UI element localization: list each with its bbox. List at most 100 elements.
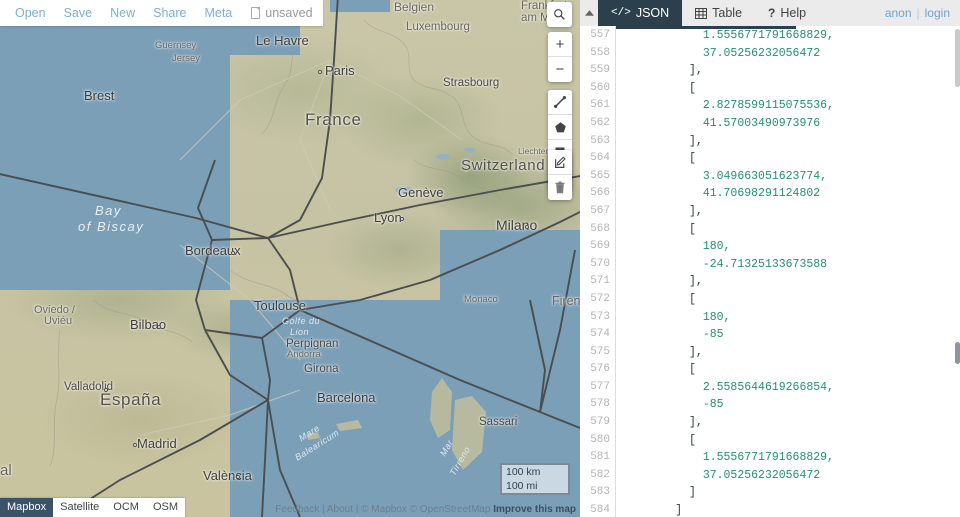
- line-number: 568: [590, 222, 610, 235]
- edit-tools-group[interactable]: [548, 150, 572, 200]
- tab-help[interactable]: ? Help: [755, 0, 819, 26]
- attribution-feedback[interactable]: Feedback: [275, 504, 319, 515]
- code-line[interactable]: -85: [616, 396, 960, 414]
- json-number-token: 3.049663051623774,: [702, 169, 828, 183]
- line-number: 573: [590, 310, 610, 323]
- map-vector-overlay: [0, 0, 580, 517]
- account-login-link[interactable]: login: [925, 6, 950, 20]
- line-number: 577: [590, 380, 610, 393]
- draw-line-button[interactable]: [548, 90, 572, 115]
- code-line[interactable]: [: [616, 432, 960, 450]
- edit-button[interactable]: [548, 150, 572, 175]
- map-attribution[interactable]: Feedback | About | © Mapbox © OpenStreet…: [271, 502, 580, 517]
- code-line[interactable]: ],: [616, 203, 960, 221]
- zoom-in-button[interactable]: +: [548, 32, 572, 57]
- code-line[interactable]: ],: [616, 414, 960, 432]
- json-number-token: -24.71325133673588: [702, 257, 828, 271]
- code-line[interactable]: 41.70698291124802: [616, 185, 960, 203]
- code-line[interactable]: [: [616, 150, 960, 168]
- account-area[interactable]: anon | login: [885, 0, 960, 26]
- collapse-panel-button[interactable]: [580, 0, 598, 26]
- layer-switcher[interactable]: Mapbox Satellite OCM OSM: [0, 498, 186, 517]
- attribution-sep-2: |: [355, 504, 359, 515]
- code-line[interactable]: ],: [616, 344, 960, 362]
- line-number: 561: [590, 99, 610, 112]
- code-line[interactable]: -24.71325133673588: [616, 256, 960, 274]
- zoom-control-group[interactable]: + −: [548, 32, 572, 82]
- draw-polygon-button[interactable]: [548, 115, 572, 140]
- json-code-editor[interactable]: 557 558 559 560 561 562 563 564 565 566 567 568 569 5…: [580, 26, 960, 517]
- account-user-link[interactable]: anon: [885, 6, 912, 20]
- menu-meta[interactable]: Meta: [195, 0, 241, 26]
- map-search-button[interactable]: [547, 2, 572, 27]
- edit-icon: [554, 155, 566, 168]
- json-number-token: 37.05256232056472: [702, 46, 821, 60]
- code-line[interactable]: -85: [616, 326, 960, 344]
- line-number: 579: [590, 416, 610, 429]
- code-line[interactable]: ],: [616, 273, 960, 291]
- code-line[interactable]: ],: [616, 133, 960, 151]
- scale-metric: 100 km: [500, 463, 570, 479]
- editor-top-scroll-indicator: [616, 26, 796, 29]
- code-line[interactable]: ]: [616, 484, 960, 502]
- layer-satellite[interactable]: Satellite: [53, 498, 106, 517]
- json-number-token: -85: [702, 328, 724, 342]
- editor-vertical-scrollbar[interactable]: [955, 29, 960, 87]
- code-line[interactable]: 41.57003490973976: [616, 115, 960, 133]
- menu-save[interactable]: Save: [55, 0, 102, 26]
- code-line[interactable]: 3.049663051623774,: [616, 168, 960, 186]
- code-line[interactable]: ]: [616, 502, 960, 517]
- line-number: 580: [590, 433, 610, 446]
- menu-open[interactable]: Open: [6, 0, 55, 26]
- json-number-token: 41.70698291124802: [702, 187, 821, 201]
- tab-table[interactable]: Table: [682, 0, 755, 26]
- file-status: unsaved: [241, 6, 313, 20]
- file-menu-bar[interactable]: Open Save New Share Meta unsaved: [0, 0, 323, 26]
- layer-mapbox[interactable]: Mapbox: [0, 498, 54, 517]
- json-number-token: 37.05256232056472: [702, 468, 821, 482]
- code-line[interactable]: [: [616, 361, 960, 379]
- code-line[interactable]: 2.5585644619266854,: [616, 379, 960, 397]
- line-number: 569: [590, 240, 610, 253]
- zoom-out-button[interactable]: −: [548, 57, 572, 82]
- menu-new[interactable]: New: [101, 0, 144, 26]
- layer-ocm[interactable]: OCM: [106, 498, 146, 517]
- code-line[interactable]: 37.05256232056472: [616, 45, 960, 63]
- line-number: 584: [590, 504, 610, 517]
- draw-line-icon: [554, 96, 566, 108]
- file-status-label: unsaved: [265, 6, 313, 20]
- code-content[interactable]: 1.5556771791668829, 37.05256232056472 ],…: [616, 26, 960, 517]
- code-line[interactable]: [: [616, 291, 960, 309]
- line-number: 566: [590, 187, 610, 200]
- code-line[interactable]: 1.5556771791668829,: [616, 27, 960, 45]
- line-number: 558: [590, 46, 610, 59]
- line-number: 570: [590, 257, 610, 270]
- attribution-improve-map[interactable]: Improve this map: [493, 504, 576, 515]
- trash-button[interactable]: [548, 175, 572, 200]
- code-line[interactable]: [: [616, 80, 960, 98]
- code-line[interactable]: [: [616, 221, 960, 239]
- editor-vertical-scrollbar-thumb[interactable]: [955, 342, 960, 364]
- code-line[interactable]: 180,: [616, 309, 960, 327]
- line-number: 576: [590, 363, 610, 376]
- code-line[interactable]: 37.05256232056472: [616, 467, 960, 485]
- code-line[interactable]: 180,: [616, 238, 960, 256]
- json-number-token: -85: [702, 398, 724, 412]
- line-number: 578: [590, 398, 610, 411]
- editor-pane: </> JSON Table ? Help anon | login 557 5…: [580, 0, 960, 517]
- line-number: 567: [590, 204, 610, 217]
- code-line[interactable]: ],: [616, 62, 960, 80]
- scale-imperial: 100 mi: [500, 479, 570, 495]
- tab-json[interactable]: </> JSON: [598, 0, 683, 26]
- attribution-about[interactable]: About: [327, 504, 353, 515]
- menu-share[interactable]: Share: [144, 0, 195, 26]
- city-dot-milano: [525, 225, 529, 229]
- code-line[interactable]: 2.8278599115075536,: [616, 97, 960, 115]
- editor-tab-bar[interactable]: </> JSON Table ? Help anon | login: [580, 0, 960, 26]
- tab-json-label: JSON: [635, 6, 670, 20]
- city-dot-valencia: [236, 475, 240, 479]
- line-number: 581: [590, 451, 610, 464]
- map-pane[interactable]: Bay of Biscay Golfe du Lion Mare Baleari…: [0, 0, 580, 517]
- code-line[interactable]: 1.5556771791668829,: [616, 449, 960, 467]
- layer-osm[interactable]: OSM: [146, 498, 185, 517]
